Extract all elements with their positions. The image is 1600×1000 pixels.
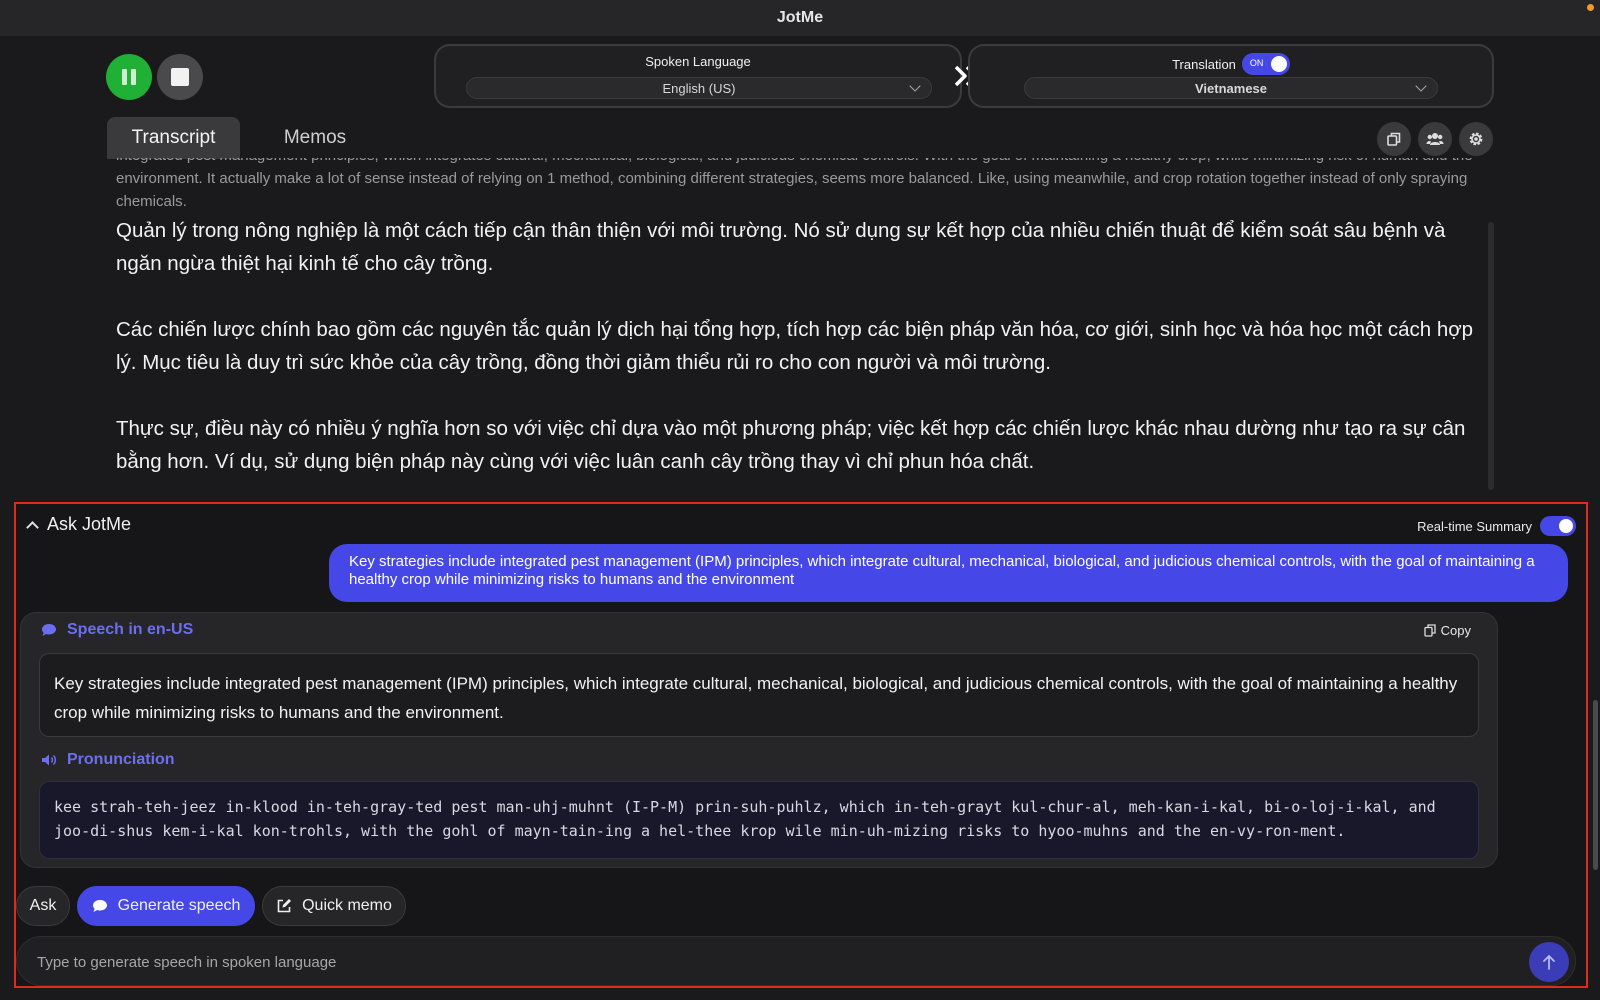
copy-button[interactable]: Copy [1423,623,1471,638]
spoken-language-panel: Spoken Language English (US) [434,44,962,108]
generate-speech-label: Generate speech [117,897,241,914]
user-message-bubble: Key strategies include integrated pest m… [329,544,1568,602]
window-status-dot [1587,4,1594,11]
generate-speech-button[interactable]: Generate speech [77,886,255,926]
speech-bubble-icon [42,624,56,636]
toggle-knob [1270,56,1287,72]
copy-window-button[interactable] [1377,122,1411,156]
chevron-down-icon [1415,80,1427,92]
chevron-up-icon [26,520,39,534]
gear-icon [1469,132,1483,146]
original-transcript-text: integrated pest management principles, w… [116,158,1473,210]
send-button[interactable] [1529,942,1569,982]
speech-header: Speech in en-US [41,621,193,639]
pronunciation-label: Pronunciation [67,751,175,768]
tab-memos[interactable]: Memos [268,117,362,159]
chevron-down-icon [909,80,921,92]
transcript-scrollbar[interactable] [1488,222,1494,490]
tab-transcript-label: Transcript [131,127,216,148]
prompt-input[interactable] [37,950,1497,974]
arrow-up-icon [1543,954,1555,970]
people-icon [1426,133,1444,145]
toggle-on-text: ON [1249,58,1264,68]
translated-paragraph: Các chiến lược chính bao gồm các nguyên … [116,318,1474,374]
toggle-knob [1559,519,1573,533]
response-card: Speech in en-US Copy Key strategies incl… [20,612,1498,868]
realtime-summary-label: Real-time Summary [1417,518,1532,534]
pronunciation-header: Pronunciation [41,751,175,769]
speech-label: Speech in en-US [67,621,194,638]
copy-label: Copy [1440,623,1471,638]
tab-transcript[interactable]: Transcript [107,117,240,159]
ask-jotme-panel: Ask JotMe Real-time Summary Key strategi… [14,502,1588,988]
ask-jotme-title: Ask JotMe [47,514,132,534]
realtime-summary-toggle[interactable] [1540,516,1576,536]
spoken-language-value: English (US) [662,80,736,96]
window-title: JotMe [776,9,824,26]
stop-button[interactable] [157,54,203,100]
tab-memos-label: Memos [283,127,347,148]
settings-button[interactable] [1459,122,1493,156]
speech-text: Key strategies include integrated pest m… [39,653,1479,737]
quick-memo-button[interactable]: Quick memo [262,886,406,926]
transcript-area: integrated pest management principles, w… [0,158,1600,498]
title-bar: JotMe [0,0,1600,36]
speech-bubble-icon [92,900,107,912]
translation-label: Translation [1172,56,1236,72]
realtime-summary: Real-time Summary [1417,516,1576,536]
ask-button-label: Ask [29,897,57,914]
copy-icon [1423,624,1436,637]
pause-icon [122,69,136,85]
spoken-language-select[interactable]: English (US) [466,77,932,99]
translation-panel: Translation ON Vietnamese [968,44,1494,108]
translated-paragraph: Thực sự, điều này có nhiều ý nghĩa hơn s… [116,417,1466,473]
participants-button[interactable] [1418,122,1452,156]
edit-icon [277,899,292,913]
translated-transcript: Quản lý trong nông nghiệp là một cách ti… [116,214,1486,498]
translation-language-value: Vietnamese [1194,80,1268,96]
stop-icon [171,68,189,86]
translation-language-select[interactable]: Vietnamese [1024,77,1438,99]
translated-paragraph: Quản lý trong nông nghiệp là một cách ti… [116,219,1446,275]
prompt-input-bar [16,936,1576,986]
ask-button[interactable]: Ask [16,886,70,926]
quick-memo-label: Quick memo [302,897,392,914]
speaker-icon [42,754,57,766]
copy-icon [1387,132,1401,146]
pronunciation-text: kee strah-teh-jeez in-klood in-teh-gray-… [39,781,1479,859]
ask-panel-scrollbar[interactable] [1593,700,1598,870]
ask-jotme-header[interactable]: Ask JotMe [26,514,132,535]
pause-button[interactable] [106,54,152,100]
translation-toggle[interactable]: ON [1241,53,1290,75]
spoken-language-label: Spoken Language [645,54,751,69]
